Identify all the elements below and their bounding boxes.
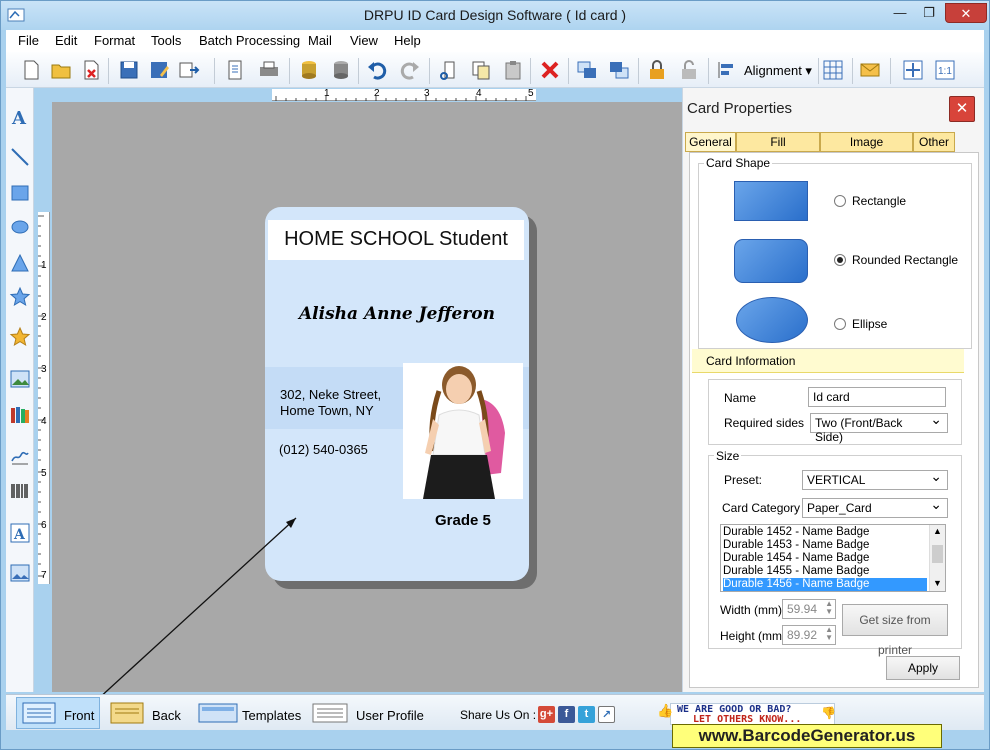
general-tab-content: Card Shape Rectangle Rounded Rectangle E… [689,152,979,688]
spinner-icon[interactable]: ▲ ▼ [825,600,833,616]
back-card-icon[interactable] [110,701,144,725]
panel-close-icon[interactable]: ✕ [949,96,975,122]
user-profile-label[interactable]: User Profile [356,708,424,723]
height-input[interactable]: 89.92 ▲ ▼ [782,625,836,645]
card-information-label: Card Information [706,354,796,368]
preset-select[interactable]: VERTICAL [802,469,948,490]
feedback-banner[interactable]: 👍 WE ARE GOOD OR BAD? LET OTHERS KNOW...… [657,703,836,725]
height-label: Height (mm) [720,629,787,643]
card-category-select[interactable]: Paper_Card [802,497,948,518]
card-name-input[interactable]: Id card [808,387,946,407]
website-watermark: www.BarcodeGenerator.us [672,724,942,748]
thumbs-up-icon[interactable]: 👍 [657,705,673,718]
list-scrollbar[interactable]: ▲ ▼ [929,525,945,591]
tab-general[interactable]: General [685,132,736,152]
ellipse-radio-label: Ellipse [852,317,888,331]
rectangle-radio[interactable] [834,195,846,207]
required-sides-label: Required sides [724,416,805,430]
size-label: Size [714,449,742,463]
scroll-down-icon[interactable]: ▼ [933,578,942,588]
list-item[interactable]: Durable 1453 - Name Badge [723,539,927,552]
ellipse-shape-preview[interactable] [736,297,808,343]
front-label[interactable]: Front [64,708,94,723]
list-item[interactable]: Durable 1455 - Name Badge [723,565,927,578]
thumbs-down-icon[interactable]: 👎 [821,707,836,719]
scroll-thumb[interactable] [932,545,943,563]
list-item[interactable]: Durable 1454 - Name Badge [723,552,927,565]
user-profile-icon[interactable] [312,701,348,725]
tab-image-processing[interactable]: Image Processing [820,132,913,167]
back-label[interactable]: Back [152,708,181,723]
card-category-label: Card Category [722,501,801,515]
card-shape-label: Card Shape [704,156,773,170]
rectangle-radio-label: Rectangle [852,194,907,208]
facebook-icon[interactable]: f [558,706,575,723]
list-item-selected[interactable]: Durable 1456 - Name Badge [723,578,927,591]
list-item[interactable]: Durable 1452 - Name Badge [723,526,927,539]
rounded-rectangle-shape-preview[interactable] [734,239,808,283]
width-input[interactable]: 59.94 ▲ ▼ [782,599,836,619]
tab-other[interactable]: Other [913,132,955,152]
rounded-rectangle-radio[interactable] [834,254,846,266]
rectangle-shape-preview[interactable] [734,181,808,221]
share-label: Share Us On : [460,708,537,722]
name-label: Name [724,391,757,405]
twitter-icon[interactable]: t [578,706,595,723]
templates-icon[interactable] [198,701,238,725]
width-label: Width (mm) [720,603,782,617]
spinner-icon[interactable]: ▲ ▼ [825,626,833,642]
share-icon[interactable]: ↗ [598,706,615,723]
apply-button[interactable]: Apply [886,656,960,680]
preset-label: Preset: [724,473,763,487]
templates-label[interactable]: Templates [242,708,301,723]
card-properties-panel: Card Properties ✕ General Fill Backgroun… [682,88,984,692]
google-plus-icon[interactable]: g+ [538,706,555,723]
panel-title: Card Properties [687,100,793,117]
scroll-up-icon[interactable]: ▲ [933,526,942,536]
tab-fill-background[interactable]: Fill Background [736,132,820,167]
rounded-rectangle-radio-label: Rounded Rectangle [852,253,959,267]
get-size-from-printer-button[interactable]: Get size from printer [842,604,948,657]
ellipse-radio[interactable] [834,318,846,330]
required-sides-select[interactable]: Two (Front/Back Side) [810,412,948,444]
card-size-list[interactable]: Durable 1452 - Name Badge Durable 1453 -… [720,524,946,592]
front-card-icon[interactable] [22,701,56,725]
